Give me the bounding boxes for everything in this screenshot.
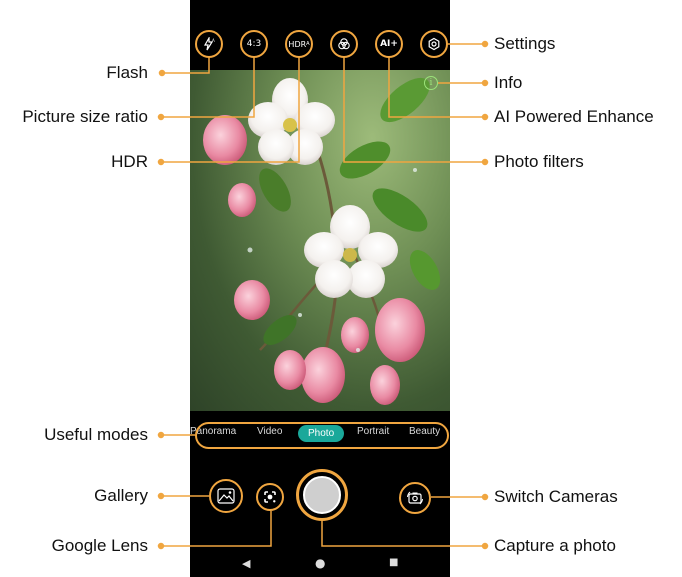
flash-auto-icon: A <box>203 37 215 51</box>
filters-button[interactable] <box>330 30 358 58</box>
blossom-preview-image <box>203 77 441 405</box>
switch-camera-button[interactable] <box>399 482 431 514</box>
label-ratio: Picture size ratio <box>22 107 148 126</box>
ai-label: AI+ <box>380 39 398 49</box>
svg-text:A: A <box>212 38 215 43</box>
filters-icon <box>338 38 350 50</box>
label-ai: AI Powered Enhance <box>494 107 654 126</box>
nav-recents-button[interactable]: ■ <box>389 557 398 568</box>
google-lens-button[interactable] <box>256 483 284 511</box>
label-modes: Useful modes <box>44 425 148 444</box>
shutter-button[interactable] <box>296 469 348 521</box>
camera-app-screen: A 4:3 HDR A AI+ i Panorama Video Photo P… <box>190 0 450 577</box>
label-filters: Photo filters <box>494 152 584 171</box>
nav-back-button[interactable]: ◀ <box>242 557 250 570</box>
label-gallery: Gallery <box>94 486 148 505</box>
label-settings: Settings <box>494 34 556 53</box>
hdr-button[interactable]: HDR A <box>285 30 313 58</box>
settings-button[interactable] <box>420 30 448 58</box>
system-nav-bar: ◀ ● ■ <box>190 552 450 577</box>
label-info: Info <box>494 73 523 92</box>
label-capture: Capture a photo <box>494 536 616 555</box>
hdr-label: HDR <box>288 39 307 49</box>
top-toolbar: A 4:3 HDR A AI+ <box>190 0 450 70</box>
info-icon: i <box>429 78 433 88</box>
label-switch: Switch Cameras <box>494 487 618 506</box>
google-lens-icon <box>264 491 276 503</box>
label-lens: Google Lens <box>51 536 148 555</box>
gallery-icon <box>217 488 235 504</box>
flash-button[interactable]: A <box>195 30 223 58</box>
ratio-button[interactable]: 4:3 <box>240 30 268 58</box>
label-flash: Flash <box>106 63 148 82</box>
hdr-sup: A <box>306 41 310 47</box>
gear-icon <box>428 37 440 51</box>
gallery-button[interactable] <box>209 479 243 513</box>
ai-enhance-button[interactable]: AI+ <box>375 30 403 58</box>
label-hdr: HDR <box>111 152 148 171</box>
nav-home-button[interactable]: ● <box>315 556 325 570</box>
shutter-icon <box>303 476 341 514</box>
modes-highlight <box>195 422 449 449</box>
camera-viewfinder[interactable]: i <box>190 70 450 411</box>
info-button[interactable]: i <box>424 76 438 90</box>
ratio-label: 4:3 <box>246 39 262 49</box>
switch-camera-icon <box>407 491 423 505</box>
